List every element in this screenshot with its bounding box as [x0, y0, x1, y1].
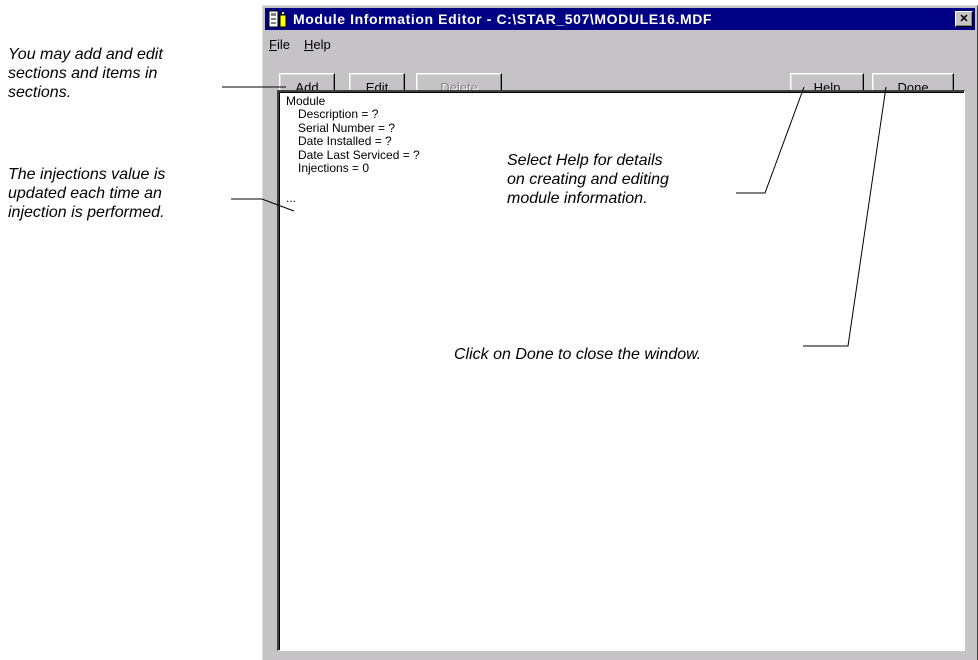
leader-injections [231, 198, 295, 212]
annotation-leader-lines [222, 86, 887, 347]
leader-done [803, 86, 887, 347]
leader-help [736, 86, 805, 194]
